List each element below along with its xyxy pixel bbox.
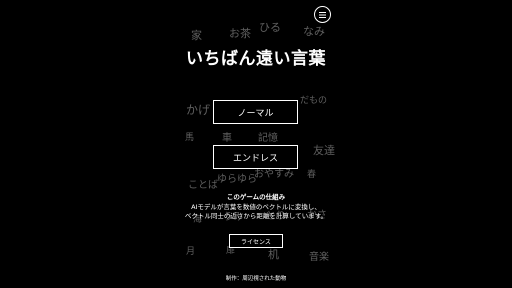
background-word: ゆらゆら [217, 174, 257, 185]
background-word: 馬 [185, 133, 195, 143]
background-word: 月 [186, 247, 196, 257]
background-word: 家 [191, 29, 202, 42]
background-word: 扉 [226, 246, 236, 256]
menu-button[interactable] [314, 6, 331, 23]
background-word: 車 [222, 133, 232, 144]
game-title: いちばん遠い言葉 [186, 49, 326, 69]
howto-description-line: ベクトル同士の近さから距離を計算しています。 [184, 212, 328, 220]
background-word: なみ [303, 25, 325, 38]
background-word: ひる [259, 21, 281, 34]
hamburger-menu-icon [319, 11, 326, 18]
license-button[interactable]: ライセンス [229, 234, 283, 248]
credit-text: 制作：周辺視された動物 [225, 276, 287, 282]
background-word: おやすみ [254, 169, 294, 180]
background-word: 春 [307, 170, 317, 180]
background-word: 机 [268, 248, 279, 261]
background-word: かげ [186, 103, 211, 117]
background-word: ことば [188, 180, 218, 191]
background-word: 記憶 [258, 133, 278, 144]
background-word: だもの [300, 96, 328, 106]
normal-mode-button[interactable]: ノーマル [213, 100, 298, 124]
background-word: 音楽 [309, 252, 329, 263]
endless-mode-button[interactable]: エンドレス [213, 145, 298, 169]
background-word: お茶 [229, 27, 251, 40]
background-word: 友達 [313, 144, 335, 157]
howto-heading: このゲームの仕組み [226, 193, 286, 201]
